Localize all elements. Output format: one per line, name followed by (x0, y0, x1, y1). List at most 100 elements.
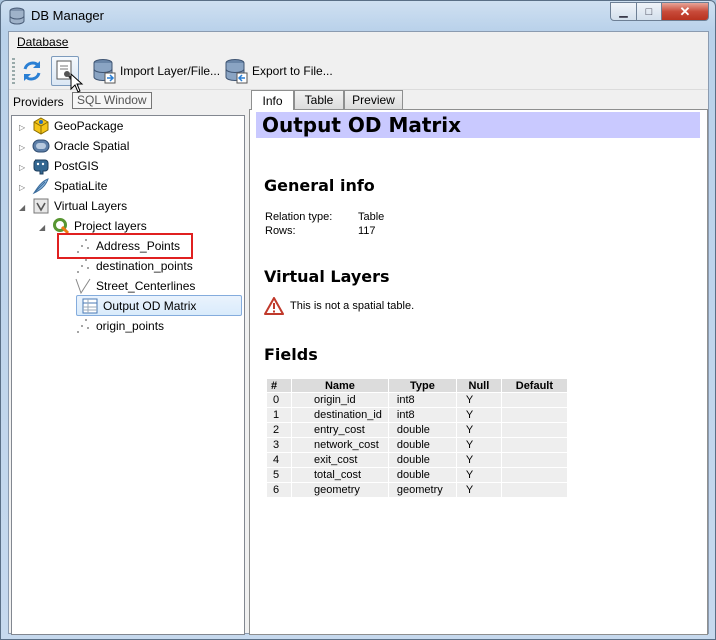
table-row: 1 destination_id int8 Y (266, 407, 568, 423)
field-null: Y (455, 482, 502, 498)
layer-label: Street_Centerlines (96, 279, 196, 293)
menu-database[interactable]: Database (17, 35, 68, 49)
column-header: Default (500, 378, 568, 393)
point-layer-icon (77, 319, 89, 333)
field-index: 0 (266, 392, 292, 408)
collapse-arrow-icon[interactable]: ◢ (19, 203, 25, 212)
menu-bar: Database (9, 32, 708, 52)
field-type: int8 (387, 392, 457, 408)
relation-type-label: Relation type: (265, 211, 333, 223)
column-header: Type (387, 378, 457, 393)
layer-label: Output OD Matrix (103, 298, 197, 313)
column-header: # (266, 378, 292, 393)
table-row: 4 exit_cost double Y (266, 452, 568, 468)
warning-icon (264, 297, 284, 315)
toolbar-grip[interactable] (12, 58, 15, 84)
provider-label: PostGIS (54, 159, 99, 173)
field-default (500, 437, 568, 453)
tab-preview[interactable]: Preview (344, 90, 403, 109)
layer-output-od-matrix[interactable]: Output OD Matrix (76, 295, 242, 316)
refresh-button[interactable] (20, 56, 48, 86)
import-layer-label: Import Layer/File... (120, 64, 221, 78)
tab-info[interactable]: Info (251, 90, 294, 110)
sql-window-tooltip: SQL Window (72, 92, 152, 109)
field-default (500, 422, 568, 438)
provider-oracle-spatial[interactable]: Oracle Spatial (32, 136, 129, 156)
client-area: Database Import Layer/File... Export to … (8, 31, 709, 635)
expand-arrow-icon[interactable]: ▷ (19, 183, 25, 192)
minimize-icon: ▁ (619, 6, 628, 18)
layer-street-centerlines[interactable]: Street_Centerlines (74, 276, 195, 296)
fields-table: # Name Type Null Default 0 origin_id int… (266, 378, 568, 498)
field-index: 5 (266, 467, 292, 483)
rows-value: 117 (358, 225, 376, 237)
export-to-file-label: Export to File... (252, 64, 333, 78)
field-type: double (387, 467, 457, 483)
refresh-icon (23, 61, 41, 81)
provider-spatialite[interactable]: SpatiaLite (32, 176, 107, 196)
providers-label: Providers (13, 95, 64, 109)
line-layer-icon (75, 278, 91, 295)
mouse-cursor-icon (70, 73, 84, 93)
relation-type-value: Table (358, 211, 385, 223)
field-null: Y (455, 437, 502, 453)
fields-heading: Fields (264, 345, 318, 364)
field-null: Y (455, 407, 502, 423)
expand-arrow-icon[interactable]: ▷ (19, 123, 25, 132)
expand-arrow-icon[interactable]: ▷ (19, 163, 25, 172)
table-row: 2 entry_cost double Y (266, 422, 568, 438)
virtual-layers-icon (33, 198, 49, 214)
title-bar[interactable]: DB Manager ▁ □ ✕ (1, 1, 715, 31)
provider-label: Virtual Layers (54, 199, 128, 213)
field-default (500, 407, 568, 423)
field-name: geometry (291, 482, 389, 498)
point-layer-icon (77, 259, 89, 273)
close-button[interactable]: ✕ (661, 2, 709, 21)
layer-label: origin_points (96, 319, 165, 333)
layer-destination-points[interactable]: destination_points (74, 256, 193, 276)
toolbar: Import Layer/File... Export to File... (9, 52, 708, 90)
field-name: network_cost (291, 437, 389, 453)
database-icon (9, 7, 25, 25)
field-default (500, 452, 568, 468)
field-name: destination_id (291, 407, 389, 423)
providers-tree[interactable]: ▷ GeoPackage ▷ Oracle Spatial ▷ PostGIS … (11, 115, 245, 635)
selection-highlight-box (57, 233, 193, 259)
field-default (500, 467, 568, 483)
info-content: Output OD Matrix General info Relation t… (249, 109, 708, 635)
import-layer-button[interactable]: Import Layer/File... (93, 56, 220, 86)
warning-text: This is not a spatial table. (290, 300, 415, 312)
layer-origin-points[interactable]: origin_points (74, 316, 164, 336)
field-name: total_cost (291, 467, 389, 483)
provider-virtual-layers[interactable]: Virtual Layers (32, 196, 127, 216)
warning-row: This is not a spatial table. (264, 297, 414, 315)
window-title: DB Manager (31, 8, 104, 23)
minimize-button[interactable]: ▁ (610, 2, 637, 21)
field-index: 2 (266, 422, 292, 438)
column-header: Name (291, 378, 389, 393)
tab-table[interactable]: Table (294, 90, 344, 109)
fields-header-row: # Name Type Null Default (266, 378, 568, 393)
collapse-arrow-icon[interactable]: ◢ (39, 223, 45, 232)
provider-postgis[interactable]: PostGIS (32, 156, 99, 176)
field-null: Y (455, 422, 502, 438)
export-to-file-button[interactable]: Export to File... (225, 56, 333, 86)
export-database-icon (225, 59, 248, 84)
field-type: double (387, 452, 457, 468)
table-row: 3 network_cost double Y (266, 437, 568, 453)
provider-label: SpatiaLite (54, 179, 108, 193)
project-layers-label: Project layers (74, 219, 147, 233)
expand-arrow-icon[interactable]: ▷ (19, 143, 25, 152)
provider-label: Oracle Spatial (54, 139, 130, 153)
field-index: 6 (266, 482, 292, 498)
provider-geopackage[interactable]: GeoPackage (32, 116, 123, 136)
field-type: int8 (387, 407, 457, 423)
info-title: Output OD Matrix (256, 112, 700, 138)
table-layer-icon (82, 298, 98, 313)
maximize-icon: □ (645, 5, 653, 18)
rows-label: Rows: (265, 225, 296, 237)
field-null: Y (455, 452, 502, 468)
field-type: double (387, 437, 457, 453)
maximize-button[interactable]: □ (636, 2, 662, 21)
provider-label: GeoPackage (54, 119, 124, 133)
